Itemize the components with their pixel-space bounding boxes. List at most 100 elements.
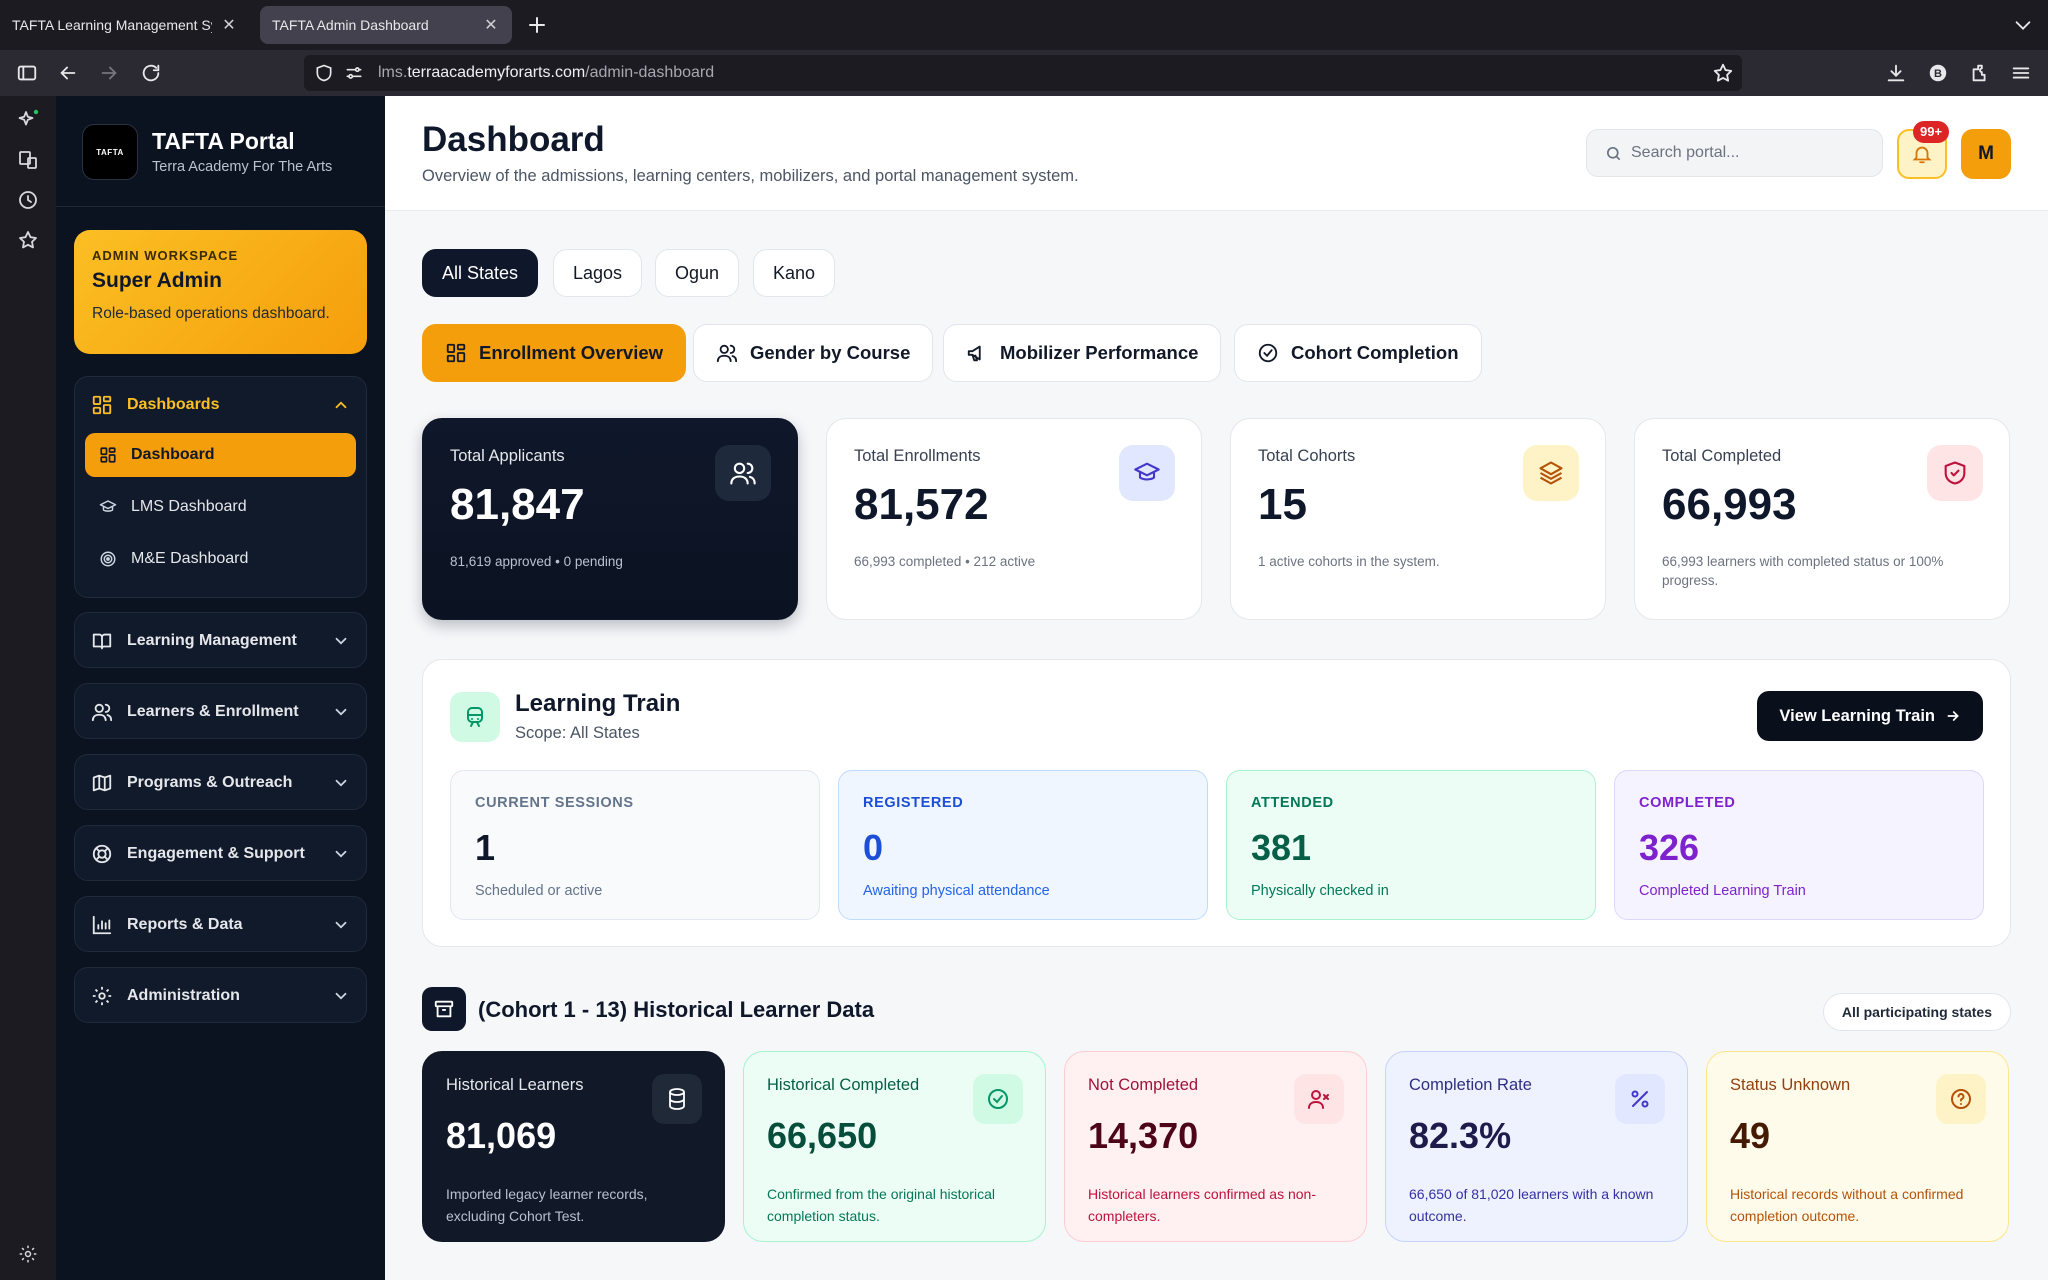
nav-group-toggle[interactable]: Engagement & Support bbox=[75, 826, 366, 882]
state-filter-lagos[interactable]: Lagos bbox=[553, 249, 643, 297]
lt-card-current-sessions: CURRENT SESSIONS 1 Scheduled or active bbox=[450, 770, 820, 920]
tab-label: Mobilizer Performance bbox=[1000, 342, 1199, 363]
users-icon bbox=[716, 342, 738, 364]
reload-icon[interactable] bbox=[140, 62, 162, 84]
state-filter-ogun[interactable]: Ogun bbox=[655, 249, 740, 297]
help-circle-icon bbox=[1936, 1074, 1986, 1124]
shield-icon[interactable] bbox=[314, 63, 334, 83]
sync-tabs-icon[interactable] bbox=[16, 148, 40, 172]
historical-section-title: (Cohort 1 - 13) Historical Learner Data bbox=[478, 997, 875, 1022]
hist-card-desc: Imported legacy learner records, excludi… bbox=[446, 1186, 648, 1224]
megaphone-icon bbox=[966, 342, 988, 364]
sidebar-item-label: LMS Dashboard bbox=[131, 498, 247, 515]
lt-card-value: 326 bbox=[1639, 827, 1700, 868]
participating-states-chip[interactable]: All participating states bbox=[1822, 993, 2011, 1031]
lt-card-label: ATTENDED bbox=[1251, 795, 1334, 811]
extensions-icon[interactable] bbox=[1969, 62, 1991, 84]
chevron-down-icon bbox=[332, 774, 350, 792]
chevron-down-icon bbox=[332, 845, 350, 863]
bell-icon bbox=[1911, 143, 1933, 165]
user-avatar[interactable]: M bbox=[1961, 129, 2011, 179]
lt-card-label: REGISTERED bbox=[863, 795, 964, 811]
browser-tab-lms[interactable]: TAFTA Learning Management System ✕ bbox=[0, 6, 250, 44]
hist-card-not-completed: Not Completed 14,370 Historical learners… bbox=[1064, 1051, 1367, 1242]
train-icon bbox=[450, 692, 500, 742]
stat-card-total-cohorts: Total Cohorts 15 1 active cohorts in the… bbox=[1230, 418, 1606, 620]
lt-card-value: 0 bbox=[863, 827, 884, 868]
chevron-down-icon bbox=[332, 703, 350, 721]
back-arrow-icon[interactable] bbox=[57, 62, 79, 84]
tab-mobilizer-performance[interactable]: Mobilizer Performance bbox=[943, 324, 1222, 382]
close-tab-icon[interactable]: ✕ bbox=[482, 16, 500, 34]
bookmark-star-icon[interactable] bbox=[1712, 62, 1734, 84]
graduation-cap-icon bbox=[1119, 445, 1175, 501]
tab-title: TAFTA Learning Management System bbox=[12, 17, 212, 33]
nav-group-toggle[interactable]: Learners & Enrollment bbox=[75, 684, 366, 740]
user-x-icon bbox=[1294, 1074, 1344, 1124]
layers-icon bbox=[1523, 445, 1579, 501]
stat-description: 66,993 completed • 212 active bbox=[854, 554, 1036, 569]
state-filter-all-states[interactable]: All States bbox=[422, 249, 539, 297]
nav-group-learning-management[interactable]: Learning Management bbox=[74, 612, 367, 668]
nav-group-dashboards-toggle[interactable]: Dashboards bbox=[75, 377, 366, 433]
nav-group-reports-data[interactable]: Reports & Data bbox=[74, 896, 367, 952]
history-clock-icon[interactable] bbox=[16, 188, 40, 212]
state-filter-kano[interactable]: Kano bbox=[753, 249, 836, 297]
lt-card-desc: Scheduled or active bbox=[475, 883, 603, 899]
browser-tabbar: TAFTA Learning Management System ✕ TAFTA… bbox=[0, 0, 2048, 50]
tab-title: TAFTA Admin Dashboard bbox=[272, 17, 429, 33]
url-text[interactable]: lms.terraacademyforarts.com/admin-dashbo… bbox=[378, 64, 714, 82]
close-tab-icon[interactable]: ✕ bbox=[220, 16, 238, 34]
stat-description: 81,619 approved • 0 pending bbox=[450, 554, 623, 569]
page-header: Dashboard Overview of the admissions, le… bbox=[385, 96, 2048, 211]
tab-cohort-completion[interactable]: Cohort Completion bbox=[1234, 324, 1482, 382]
ai-sparkle-icon[interactable] bbox=[16, 108, 40, 132]
book-open-icon bbox=[91, 630, 113, 652]
sidebar-item-lms-dashboard[interactable]: LMS Dashboard bbox=[85, 485, 356, 529]
nav-group-label: Engagement & Support bbox=[127, 845, 305, 862]
search-input[interactable] bbox=[1631, 130, 1871, 176]
sidebar-toggle-icon[interactable] bbox=[16, 62, 38, 84]
menu-hamburger-icon[interactable] bbox=[2010, 62, 2032, 84]
nav-group-toggle[interactable]: Learning Management bbox=[75, 613, 366, 669]
site-permissions-icon[interactable] bbox=[344, 63, 364, 83]
nav-group-toggle[interactable]: Programs & Outreach bbox=[75, 755, 366, 811]
search-box[interactable] bbox=[1586, 129, 1883, 177]
new-tab-plus-icon[interactable] bbox=[525, 13, 549, 37]
lt-card-desc: Completed Learning Train bbox=[1639, 883, 1806, 899]
nav-group-toggle[interactable]: Administration bbox=[75, 968, 366, 1024]
nav-group-learners-enrollment[interactable]: Learners & Enrollment bbox=[74, 683, 367, 739]
chevron-down-icon bbox=[332, 916, 350, 934]
tab-gender-by-course[interactable]: Gender by Course bbox=[693, 324, 934, 382]
nav-group-administration[interactable]: Administration bbox=[74, 967, 367, 1023]
brand[interactable]: TAFTA TAFTA Portal Terra Academy For The… bbox=[82, 124, 372, 180]
settings-gear-icon[interactable] bbox=[18, 1244, 38, 1264]
account-icon[interactable]: B bbox=[1927, 62, 1949, 84]
browser-tab-admin-dashboard[interactable]: TAFTA Admin Dashboard ✕ bbox=[260, 6, 512, 44]
sidebar-item-dashboard[interactable]: Dashboard bbox=[85, 433, 356, 477]
archive-icon bbox=[422, 987, 466, 1031]
hist-card-desc: Confirmed from the original historical c… bbox=[767, 1186, 995, 1224]
view-learning-train-button[interactable]: View Learning Train bbox=[1757, 691, 1983, 741]
bookmarks-star-icon[interactable] bbox=[16, 228, 40, 252]
stat-description: 66,993 learners with completed status or… bbox=[1662, 554, 1944, 588]
nav-group-programs-outreach[interactable]: Programs & Outreach bbox=[74, 754, 367, 810]
url-prefix: lms. bbox=[378, 64, 408, 81]
forward-arrow-icon[interactable] bbox=[98, 62, 120, 84]
nav-group-engagement-support[interactable]: Engagement & Support bbox=[74, 825, 367, 881]
chevron-up-icon bbox=[332, 396, 350, 414]
page-subtitle: Overview of the admissions, learning cen… bbox=[422, 167, 1079, 185]
stat-description: 1 active cohorts in the system. bbox=[1258, 554, 1440, 569]
tafta-logo: TAFTA bbox=[82, 124, 138, 180]
tab-enrollment-overview[interactable]: Enrollment Overview bbox=[422, 324, 687, 382]
sidebar-item-me-dashboard[interactable]: M&E Dashboard bbox=[85, 537, 356, 581]
arrow-right-icon bbox=[1945, 708, 1961, 724]
list-all-tabs-chevron-icon[interactable] bbox=[2012, 14, 2034, 36]
app-sidebar: TAFTA TAFTA Portal Terra Academy For The… bbox=[56, 96, 385, 1280]
check-circle-icon bbox=[1257, 342, 1279, 364]
nav-group-toggle[interactable]: Reports & Data bbox=[75, 897, 366, 953]
address-bar[interactable]: lms.terraacademyforarts.com/admin-dashbo… bbox=[304, 55, 1742, 91]
graduation-cap-icon bbox=[99, 498, 117, 516]
account-letter: B bbox=[1934, 68, 1942, 80]
downloads-icon[interactable] bbox=[1885, 62, 1907, 84]
